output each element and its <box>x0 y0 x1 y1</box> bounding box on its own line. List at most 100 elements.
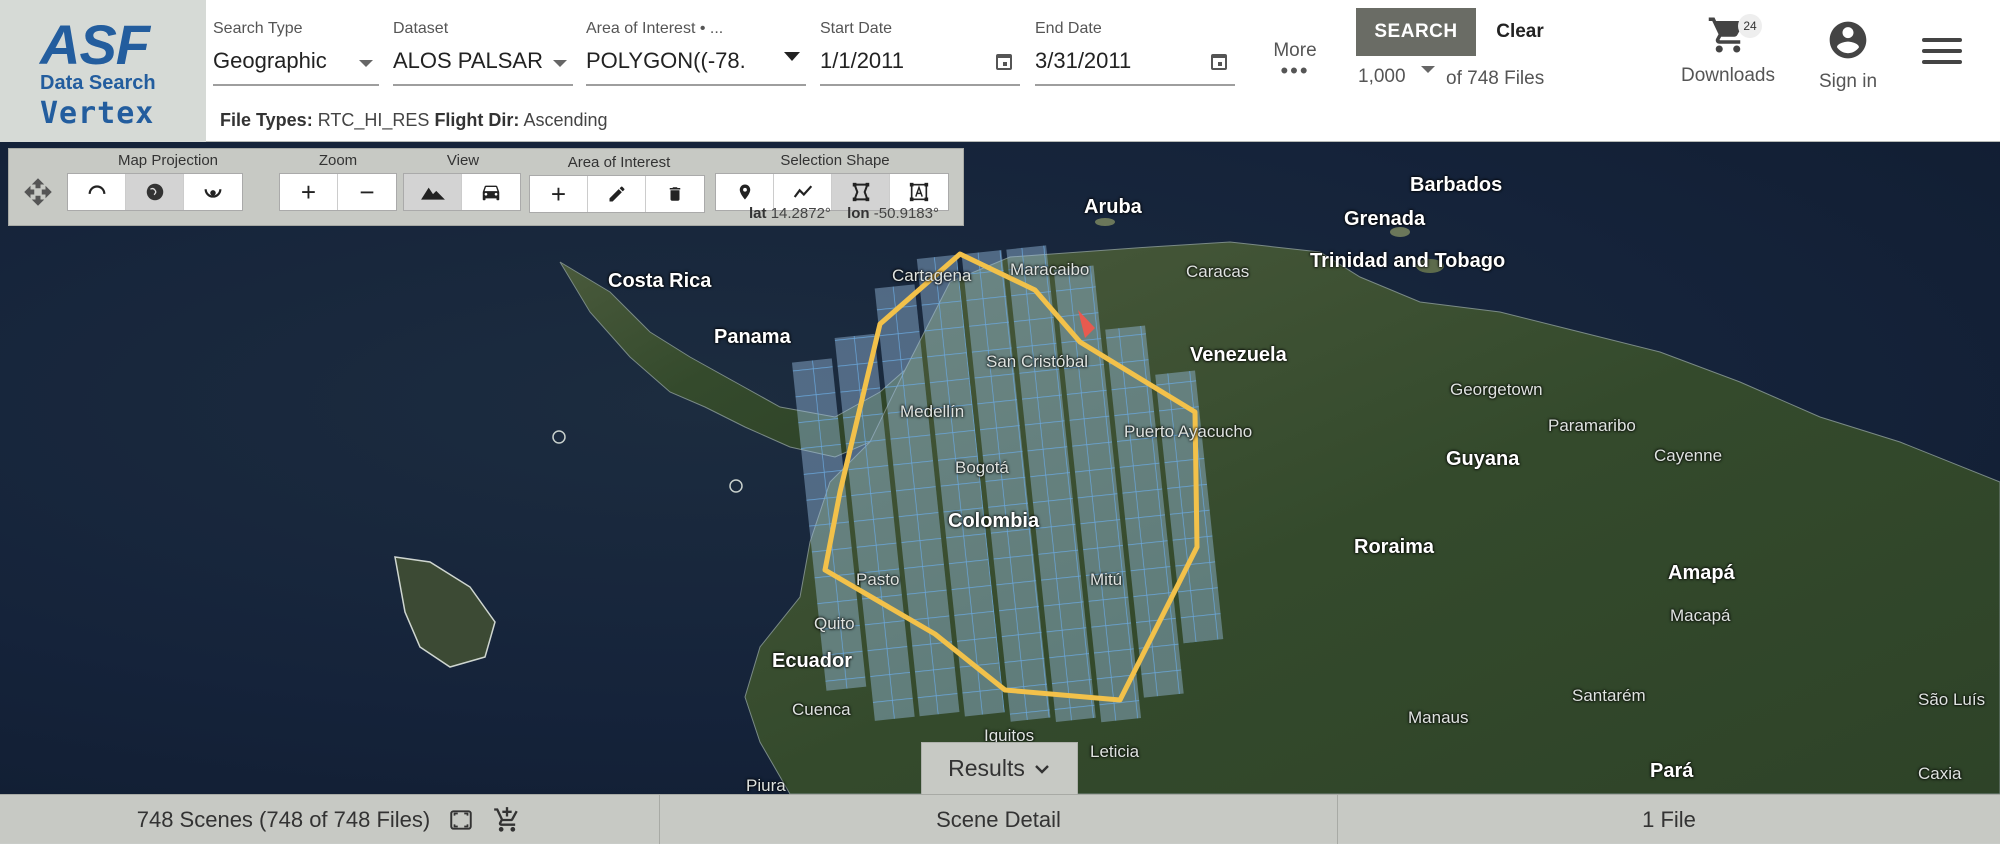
chevron-down-icon[interactable] <box>784 52 800 61</box>
flight-dir-value: Ascending <box>523 110 608 130</box>
menu-icon[interactable] <box>1922 38 1962 68</box>
more-dots-icon: ••• <box>1280 58 1310 83</box>
clear-button[interactable]: Clear <box>1490 8 1550 56</box>
place-label: Bogotá <box>955 458 1009 477</box>
logo-asf-text: ASF <box>40 13 150 76</box>
chevron-down-icon <box>553 60 567 67</box>
chevron-down-icon <box>1034 764 1049 774</box>
dataset-label: Dataset <box>393 20 449 37</box>
place-label: Manaus <box>1408 708 1469 727</box>
aoi-label: Area of Interest • ... <box>586 20 724 37</box>
search-type-label: Search Type <box>213 20 303 37</box>
area-of-interest-field[interactable]: Area of Interest • ... POLYGON((-78. <box>586 20 806 86</box>
results-panel-header: 748 Scenes (748 of 748 Files) Scene Deta… <box>0 794 2000 844</box>
more-filters-button[interactable]: More ••• <box>1262 40 1328 83</box>
place-label: Cartagena <box>892 266 972 285</box>
place-label: Quito <box>814 614 855 633</box>
calendar-icon[interactable] <box>1211 54 1227 70</box>
place-label: Medellín <box>900 402 965 421</box>
move-arrows-icon[interactable] <box>23 177 53 207</box>
map-projection-label: Map Projection <box>117 152 219 169</box>
lat-label: lat <box>749 205 767 222</box>
search-type-value: Geographic <box>213 48 327 73</box>
equatorial-globe-icon[interactable] <box>126 174 184 210</box>
edit-pencil-icon[interactable] <box>588 176 646 212</box>
zoom-in-icon[interactable]: + <box>280 174 338 210</box>
files-column-header: 1 File <box>1338 795 2000 844</box>
zoom-label: Zoom <box>318 152 358 169</box>
satellite-terrain-icon[interactable] <box>404 174 462 210</box>
downloads-label: Downloads <box>1681 65 1775 86</box>
start-date-input[interactable]: Start Date 1/1/2011 <box>820 20 1020 86</box>
place-label: Georgetown <box>1450 380 1543 399</box>
place-label: Barbados <box>1410 174 1503 196</box>
results-label: Results <box>948 755 1025 781</box>
add-all-to-cart-icon[interactable] <box>492 806 522 834</box>
max-results-select[interactable]: 1,000 <box>1358 66 1406 88</box>
app-header: ASF Data Search Vertex Search Type Geogr… <box>0 0 2000 142</box>
results-toggle-button[interactable]: Results <box>921 742 1078 794</box>
dataset-select[interactable]: Dataset ALOS PALSAR <box>393 20 573 86</box>
place-label: Venezuela <box>1190 344 1287 366</box>
scenes-count-text: 748 Scenes (748 of 748 Files) <box>136 806 431 832</box>
sign-in-label: Sign in <box>1818 71 1878 92</box>
map-view[interactable]: Aruba Barbados Grenada Trinidad and Toba… <box>0 142 2000 794</box>
sign-in-button[interactable]: Sign in <box>1808 18 1888 93</box>
scene-detail-column-header: Scene Detail <box>660 795 1338 844</box>
aoi-tools-label: Area of Interest <box>567 154 671 171</box>
place-label: Puerto Ayacucho <box>1124 422 1253 441</box>
place-label: San Cristóbal <box>986 352 1089 371</box>
zoom-out-icon[interactable]: − <box>338 174 396 210</box>
downloads-button[interactable]: 24 Downloads <box>1668 14 1788 87</box>
total-files-text: of 748 Files <box>1446 68 1545 89</box>
end-date-input[interactable]: End Date 3/31/2011 <box>1035 20 1235 86</box>
selection-shape-label: Selection Shape <box>780 152 890 169</box>
arctic-projection-icon[interactable] <box>68 174 126 210</box>
place-label: Macapá <box>1670 606 1731 625</box>
place-label: Santarém <box>1572 686 1646 705</box>
place-label: Caxia <box>1918 764 1962 783</box>
trash-icon[interactable] <box>646 176 704 212</box>
logo-vertex-text: Vertex <box>40 96 155 131</box>
dataset-value: ALOS PALSAR <box>393 48 543 73</box>
lon-value: -50.9183° <box>873 205 939 222</box>
downloads-count-badge: 24 <box>1738 14 1762 38</box>
view-label: View <box>446 152 480 169</box>
antarctic-projection-icon[interactable] <box>184 174 242 210</box>
file-types-label: File Types: <box>220 110 313 130</box>
map-toolbar: Map Projection Zoom + − View Area of Int… <box>8 148 964 226</box>
place-label: Leticia <box>1090 742 1140 761</box>
place-label: Trinidad and Tobago <box>1310 250 1506 272</box>
end-date-value: 3/31/2011 <box>1035 48 1132 73</box>
end-date-label: End Date <box>1035 20 1102 37</box>
place-label: Panama <box>714 326 791 348</box>
place-label: São Luís <box>1918 690 1986 709</box>
street-view-car-icon[interactable] <box>462 174 520 210</box>
cursor-coordinates: lat 14.2872° lon -50.9183° <box>749 205 939 222</box>
flight-dir-label: Flight Dir: <box>434 110 520 130</box>
add-aoi-icon[interactable]: + <box>530 176 588 212</box>
place-label: Ecuador <box>772 650 853 672</box>
account-circle-icon <box>1829 21 1867 59</box>
place-label: Grenada <box>1344 208 1426 230</box>
zoom-to-results-icon[interactable] <box>446 807 476 833</box>
place-label: Piura <box>746 776 786 794</box>
place-label: Cayenne <box>1654 446 1723 465</box>
place-label: Costa Rica <box>608 270 712 292</box>
place-label: Aruba <box>1084 196 1142 218</box>
start-date-value: 1/1/2011 <box>820 48 905 73</box>
chevron-down-icon[interactable] <box>1421 66 1435 73</box>
place-label: Paramaribo <box>1548 416 1636 435</box>
place-label: Roraima <box>1354 536 1435 558</box>
place-label: Maracaibo <box>1010 260 1090 279</box>
aoi-value: POLYGON((-78. <box>586 48 746 73</box>
asf-vertex-logo[interactable]: ASF Data Search Vertex <box>0 0 206 142</box>
calendar-icon[interactable] <box>996 54 1012 70</box>
lat-value: 14.2872° <box>770 205 831 222</box>
chevron-down-icon <box>359 60 373 67</box>
place-label: Caracas <box>1186 262 1250 281</box>
search-button[interactable]: SEARCH <box>1356 8 1476 56</box>
files-count-label: 1 File <box>1642 806 1696 832</box>
search-type-select[interactable]: Search Type Geographic <box>213 20 379 86</box>
active-filters-summary: File Types: RTC_HI_RES Flight Dir: Ascen… <box>220 110 608 131</box>
